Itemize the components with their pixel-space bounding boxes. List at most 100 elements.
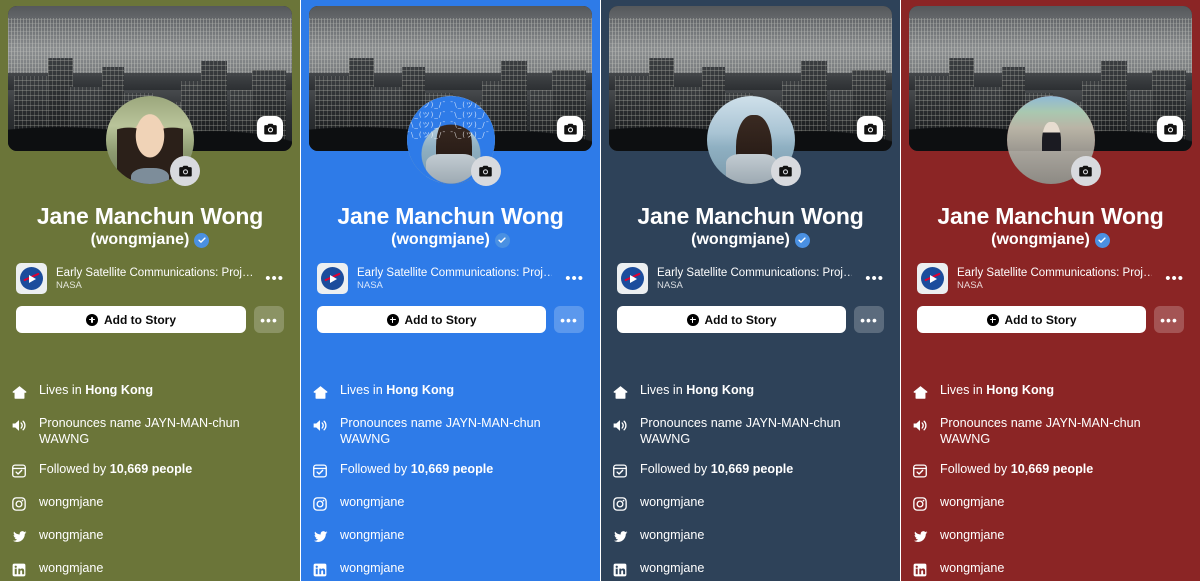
- cover-area: Jane Manchun Wong (wongmjane) Early Sate…: [601, 0, 900, 368]
- profile-info-list: Lives in Hong Kong Pronounces name JAYN-M…: [901, 368, 1200, 581]
- info-row-label: Pronounces name JAYN-MAN-chun WAWNG: [940, 416, 1141, 446]
- add-to-story-label: Add to Story: [104, 312, 176, 327]
- home-icon: [311, 383, 329, 401]
- add-to-story-label: Add to Story: [704, 312, 777, 327]
- music-more-button[interactable]: •••: [261, 271, 284, 286]
- story-row: Add to Story •••: [8, 306, 292, 333]
- story-more-button[interactable]: •••: [1154, 306, 1184, 333]
- add-to-story-button[interactable]: Add to Story: [617, 306, 846, 333]
- info-row-instagram[interactable]: wongmjane: [10, 494, 290, 513]
- info-row-label: Lives in Hong Kong: [940, 383, 1055, 397]
- plus-circle-icon: [386, 313, 399, 326]
- followed-icon: [311, 462, 329, 480]
- info-row-label: wongmjane: [340, 528, 405, 542]
- music-row[interactable]: Early Satellite Communications: Proj… NA…: [309, 263, 592, 294]
- story-more-button[interactable]: •••: [554, 306, 584, 333]
- camera-icon[interactable]: [1070, 156, 1101, 186]
- speaker-icon: [611, 416, 629, 434]
- info-row-twitter[interactable]: wongmjane: [311, 527, 590, 546]
- avatar[interactable]: [106, 96, 200, 186]
- cover-area: ¯\_(ツ)_/¯ ¯\_(ツ)_/¯ ¯\_(ツ)_/¯ ¯\_(ツ)_/¯ …: [301, 0, 600, 368]
- camera-icon[interactable]: [470, 156, 501, 186]
- speaker-icon: [311, 416, 329, 434]
- followed-icon: [611, 462, 629, 480]
- profile-info-list: Lives in Hong Kong Pronounces name JAYN-M…: [0, 368, 300, 581]
- camera-icon[interactable]: [1157, 116, 1183, 142]
- info-row-label: wongmjane: [640, 528, 705, 542]
- info-row-home: Lives in Hong Kong: [911, 382, 1190, 401]
- camera-icon[interactable]: [557, 116, 583, 142]
- music-text: Early Satellite Communications: Proj… NA…: [357, 267, 552, 291]
- info-row-label: wongmjane: [940, 528, 1005, 542]
- home-icon: [611, 383, 629, 401]
- music-more-button[interactable]: •••: [561, 271, 584, 286]
- page-title: Jane Manchun Wong: [36, 203, 264, 229]
- music-row[interactable]: Early Satellite Communications: Proj… NA…: [909, 263, 1192, 294]
- verified-badge-icon: [194, 232, 210, 248]
- info-row-instagram[interactable]: wongmjane: [611, 494, 890, 513]
- info-row-linkedin[interactable]: wongmjane: [10, 560, 290, 579]
- followed-icon: [10, 462, 28, 480]
- info-row-label: wongmjane: [940, 495, 1005, 509]
- music-more-button[interactable]: •••: [861, 271, 884, 286]
- instagram-icon: [611, 495, 629, 513]
- linkedin-icon: [911, 561, 929, 579]
- verified-badge-icon: [494, 232, 510, 248]
- info-row-label: wongmjane: [39, 561, 104, 575]
- info-row-label: wongmjane: [640, 495, 705, 509]
- music-more-button[interactable]: •••: [1161, 271, 1184, 286]
- camera-icon[interactable]: [170, 156, 200, 186]
- profile-handle: (wongmjane): [391, 231, 490, 248]
- info-row-home: Lives in Hong Kong: [311, 382, 590, 401]
- add-to-story-button[interactable]: Add to Story: [317, 306, 546, 333]
- add-to-story-button[interactable]: Add to Story: [16, 306, 246, 333]
- verified-badge-icon: [794, 232, 810, 248]
- info-row-instagram[interactable]: wongmjane: [311, 494, 590, 513]
- cover-area: Jane Manchun Wong (wongmjane) Early Sate…: [0, 0, 300, 368]
- profile-handle: (wongmjane): [691, 231, 790, 248]
- followed-icon: [911, 462, 929, 480]
- info-row-label: Pronounces name JAYN-MAN-chun WAWNG: [39, 416, 240, 446]
- story-more-button[interactable]: •••: [854, 306, 884, 333]
- music-row[interactable]: Early Satellite Communications: Proj… NA…: [8, 263, 292, 294]
- info-row-label: Lives in Hong Kong: [640, 383, 755, 397]
- info-row-twitter[interactable]: wongmjane: [911, 527, 1190, 546]
- info-row-speaker: Pronounces name JAYN-MAN-chun WAWNG: [611, 415, 890, 447]
- camera-icon[interactable]: [857, 116, 883, 142]
- music-text: Early Satellite Communications: Proj… NA…: [657, 267, 852, 291]
- info-row-label: Pronounces name JAYN-MAN-chun WAWNG: [340, 416, 541, 446]
- info-row-speaker: Pronounces name JAYN-MAN-chun WAWNG: [10, 415, 290, 447]
- info-row-twitter[interactable]: wongmjane: [611, 527, 890, 546]
- instagram-icon: [911, 495, 929, 513]
- profile-handle: (wongmjane): [991, 231, 1090, 248]
- music-text: Early Satellite Communications: Proj… NA…: [56, 267, 252, 291]
- info-row-label: wongmjane: [39, 528, 104, 542]
- twitter-icon: [611, 528, 629, 546]
- info-row-followed: Followed by 10,669 people: [911, 461, 1190, 480]
- info-row-label: Followed by 10,669 people: [940, 462, 1094, 476]
- instagram-icon: [311, 495, 329, 513]
- nasa-play-icon: [617, 263, 648, 294]
- avatar[interactable]: ¯\_(ツ)_/¯ ¯\_(ツ)_/¯ ¯\_(ツ)_/¯ ¯\_(ツ)_/¯ …: [406, 96, 501, 186]
- avatar[interactable]: [1006, 96, 1101, 186]
- add-to-story-button[interactable]: Add to Story: [917, 306, 1146, 333]
- page-title: Jane Manchun Wong: [937, 203, 1164, 229]
- info-row-instagram[interactable]: wongmjane: [911, 494, 1190, 513]
- story-more-button[interactable]: •••: [254, 306, 284, 333]
- camera-icon[interactable]: [257, 116, 283, 142]
- info-row-twitter[interactable]: wongmjane: [10, 527, 290, 546]
- info-row-home: Lives in Hong Kong: [10, 382, 290, 401]
- camera-icon[interactable]: [770, 156, 801, 186]
- music-title: Early Satellite Communications: Proj…: [357, 266, 553, 279]
- music-row[interactable]: Early Satellite Communications: Proj… NA…: [609, 263, 892, 294]
- handle-row: (wongmjane): [309, 231, 592, 249]
- nasa-play-icon: [16, 263, 47, 294]
- info-row-linkedin[interactable]: wongmjane: [911, 560, 1190, 579]
- info-row-linkedin[interactable]: wongmjane: [311, 560, 590, 579]
- info-row-label: Followed by 10,669 people: [340, 462, 494, 476]
- twitter-icon: [911, 528, 929, 546]
- info-row-linkedin[interactable]: wongmjane: [611, 560, 890, 579]
- info-row-label: Lives in Hong Kong: [39, 383, 154, 397]
- avatar[interactable]: [706, 96, 801, 186]
- info-row-label: wongmjane: [940, 561, 1005, 575]
